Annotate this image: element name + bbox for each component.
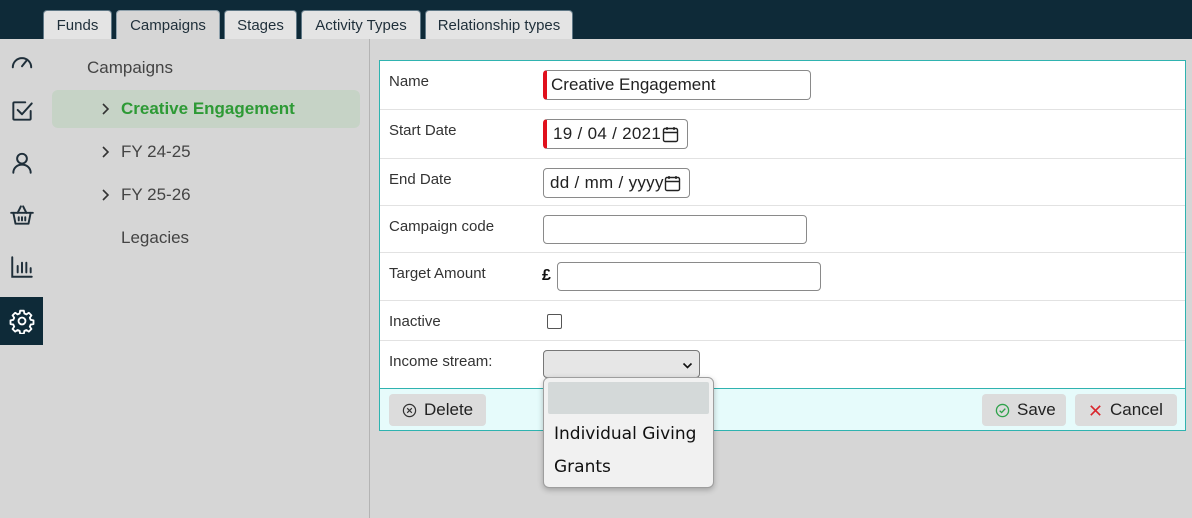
check-circle-icon bbox=[995, 403, 1010, 417]
start-date-input[interactable]: 19 / 04 / 2021 bbox=[543, 119, 688, 149]
delete-button[interactable]: Delete bbox=[389, 394, 486, 426]
tab-relationship-types[interactable]: Relationship types bbox=[425, 10, 573, 39]
tab-label: Campaigns bbox=[130, 16, 206, 34]
calendar-icon[interactable] bbox=[664, 175, 681, 192]
nav-tasks[interactable] bbox=[0, 87, 43, 135]
nav-settings[interactable] bbox=[0, 297, 43, 345]
tab-label: Relationship types bbox=[437, 16, 561, 34]
income-stream-dropdown: Individual Giving Grants bbox=[543, 377, 714, 488]
nav-basket[interactable] bbox=[0, 191, 43, 239]
bar-chart-icon bbox=[10, 256, 33, 278]
gear-icon bbox=[9, 309, 34, 334]
income-stream-label: Income stream: bbox=[389, 353, 493, 370]
tree-item-label: Legacies bbox=[121, 228, 190, 247]
user-icon bbox=[11, 152, 32, 174]
save-button[interactable]: Save bbox=[982, 394, 1066, 426]
name-label: Name bbox=[389, 73, 430, 90]
end-date-placeholder: dd / mm / yyyy bbox=[550, 173, 664, 192]
dropdown-option-grants[interactable]: Grants bbox=[548, 451, 709, 483]
chevron-right-icon[interactable] bbox=[98, 102, 112, 116]
row-end-date: End Date dd / mm / yyyy bbox=[380, 159, 1185, 206]
campaign-code-label: Campaign code bbox=[389, 218, 495, 235]
option-label: Grants bbox=[554, 457, 611, 477]
tree-item-fy-24-25[interactable]: FY 24-25 bbox=[52, 133, 360, 171]
row-income-stream: Income stream: bbox=[380, 341, 1185, 388]
dropdown-option-individual-giving[interactable]: Individual Giving bbox=[548, 418, 709, 450]
tab-activity-types[interactable]: Activity Types bbox=[301, 10, 421, 39]
end-date-label: End Date bbox=[389, 171, 452, 188]
option-label: Individual Giving bbox=[554, 424, 697, 444]
tab-label: Funds bbox=[56, 16, 99, 34]
target-amount-input[interactable] bbox=[557, 262, 821, 291]
tab-label: Stages bbox=[237, 16, 284, 34]
name-input-value: Creative Engagement bbox=[551, 75, 716, 94]
tab-funds[interactable]: Funds bbox=[43, 10, 112, 39]
cancel-button[interactable]: Cancel bbox=[1075, 394, 1177, 426]
cancel-button-label: Cancel bbox=[1110, 400, 1163, 419]
row-inactive: Inactive bbox=[380, 301, 1185, 341]
start-date-value: 19 / 04 / 2021 bbox=[553, 124, 662, 143]
calendar-icon[interactable] bbox=[662, 126, 679, 143]
icon-sidebar bbox=[0, 39, 43, 518]
tree-item-label: Creative Engagement bbox=[121, 99, 295, 118]
tree-item-legacies[interactable]: Legacies bbox=[52, 219, 360, 257]
currency-symbol: £ bbox=[542, 267, 551, 284]
inactive-label: Inactive bbox=[389, 313, 441, 330]
tasks-checkbox-icon bbox=[11, 101, 33, 121]
tab-campaigns[interactable]: Campaigns bbox=[116, 10, 220, 39]
nav-reports[interactable] bbox=[0, 243, 43, 291]
campaign-form: Name Creative Engagement Start Date 19 /… bbox=[379, 60, 1186, 431]
delete-button-label: Delete bbox=[424, 400, 474, 419]
tree-item-creative-engagement[interactable]: Creative Engagement bbox=[52, 90, 360, 128]
tree-root-label: Campaigns bbox=[87, 58, 173, 77]
inactive-checkbox[interactable] bbox=[547, 314, 562, 329]
end-date-input[interactable]: dd / mm / yyyy bbox=[543, 168, 690, 198]
campaign-tree: Campaigns Creative Engagement FY 24-25 F… bbox=[43, 39, 369, 518]
chevron-right-icon[interactable] bbox=[98, 188, 112, 202]
tree-item-fy-25-26[interactable]: FY 25-26 bbox=[52, 176, 360, 214]
tree-item-label: FY 24-25 bbox=[121, 142, 191, 161]
form-footer: Delete Save Cancel bbox=[380, 388, 1185, 430]
tree-item-label: FY 25-26 bbox=[121, 185, 191, 204]
row-start-date: Start Date 19 / 04 / 2021 bbox=[380, 110, 1185, 159]
nav-contacts[interactable] bbox=[0, 139, 43, 187]
campaign-code-input[interactable] bbox=[543, 215, 807, 244]
income-stream-select[interactable] bbox=[543, 350, 700, 378]
save-button-label: Save bbox=[1017, 400, 1056, 419]
chevron-down-icon bbox=[682, 362, 693, 369]
name-input[interactable]: Creative Engagement bbox=[543, 70, 811, 100]
chevron-right-icon[interactable] bbox=[98, 145, 112, 159]
close-circle-icon bbox=[402, 403, 417, 417]
target-amount-label: Target Amount bbox=[389, 265, 486, 282]
row-target-amount: Target Amount £ bbox=[380, 253, 1185, 301]
tab-label: Activity Types bbox=[315, 16, 407, 34]
tab-stages[interactable]: Stages bbox=[224, 10, 297, 39]
top-navigation-bar: Funds Campaigns Stages Activity Types Re… bbox=[0, 0, 1192, 39]
dropdown-option-blank[interactable] bbox=[548, 382, 709, 414]
basket-icon bbox=[9, 205, 34, 225]
panel-divider bbox=[369, 39, 370, 518]
dashboard-gauge-icon bbox=[11, 57, 32, 69]
row-campaign-code: Campaign code bbox=[380, 206, 1185, 253]
start-date-label: Start Date bbox=[389, 122, 457, 139]
nav-dashboard[interactable] bbox=[0, 39, 43, 87]
row-name: Name Creative Engagement bbox=[380, 61, 1185, 110]
close-x-icon bbox=[1090, 404, 1101, 416]
